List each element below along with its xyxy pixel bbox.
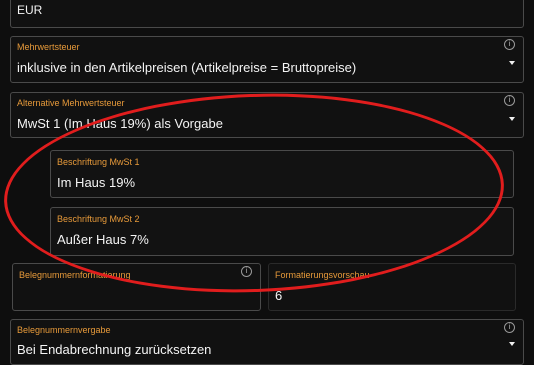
currency-value: EUR: [17, 3, 43, 17]
vat-label-1-value: Im Haus 19%: [57, 175, 136, 190]
vat-label: Mehrwertsteuer: [17, 42, 80, 52]
receipt-assignment-value: Bei Endabrechnung zurücksetzen: [17, 342, 212, 357]
receipt-format-label: Belegnummernformatierung: [19, 270, 131, 280]
chevron-down-icon[interactable]: [509, 342, 515, 346]
vat-value: inklusive in den Artikelpreisen (Artikel…: [17, 60, 357, 75]
format-preview-label: Formatierungsvorschau: [275, 270, 370, 280]
vat-label-1-label: Beschriftung MwSt 1: [57, 157, 140, 167]
vat-select[interactable]: Mehrwertsteuer i inklusive in den Artike…: [10, 36, 524, 83]
currency-field[interactable]: EUR: [10, 0, 524, 28]
receipt-assignment-select[interactable]: Belegnummernvergabe i Bei Endabrechnung …: [10, 319, 524, 365]
chevron-down-icon[interactable]: [509, 117, 515, 121]
chevron-down-icon[interactable]: [509, 61, 515, 65]
alt-vat-value: MwSt 1 (Im Haus 19%) als Vorgabe: [17, 116, 223, 131]
receipt-assignment-label: Belegnummernvergabe: [17, 325, 111, 335]
info-icon[interactable]: i: [241, 266, 252, 277]
vat-label-2-value: Außer Haus 7%: [57, 232, 149, 247]
info-icon[interactable]: i: [504, 95, 515, 106]
info-icon[interactable]: i: [504, 322, 515, 333]
alt-vat-label: Alternative Mehrwertsteuer: [17, 98, 125, 108]
vat-label-1-input[interactable]: Beschriftung MwSt 1 Im Haus 19%: [50, 150, 514, 198]
alt-vat-select[interactable]: Alternative Mehrwertsteuer i MwSt 1 (Im …: [10, 92, 524, 138]
vat-label-2-label: Beschriftung MwSt 2: [57, 214, 140, 224]
receipt-format-input[interactable]: Belegnummernformatierung i: [12, 263, 261, 311]
info-icon[interactable]: i: [504, 39, 515, 50]
format-preview-value: 6: [275, 288, 283, 303]
format-preview-field: Formatierungsvorschau 6: [268, 263, 516, 311]
vat-label-2-input[interactable]: Beschriftung MwSt 2 Außer Haus 7%: [50, 207, 514, 256]
